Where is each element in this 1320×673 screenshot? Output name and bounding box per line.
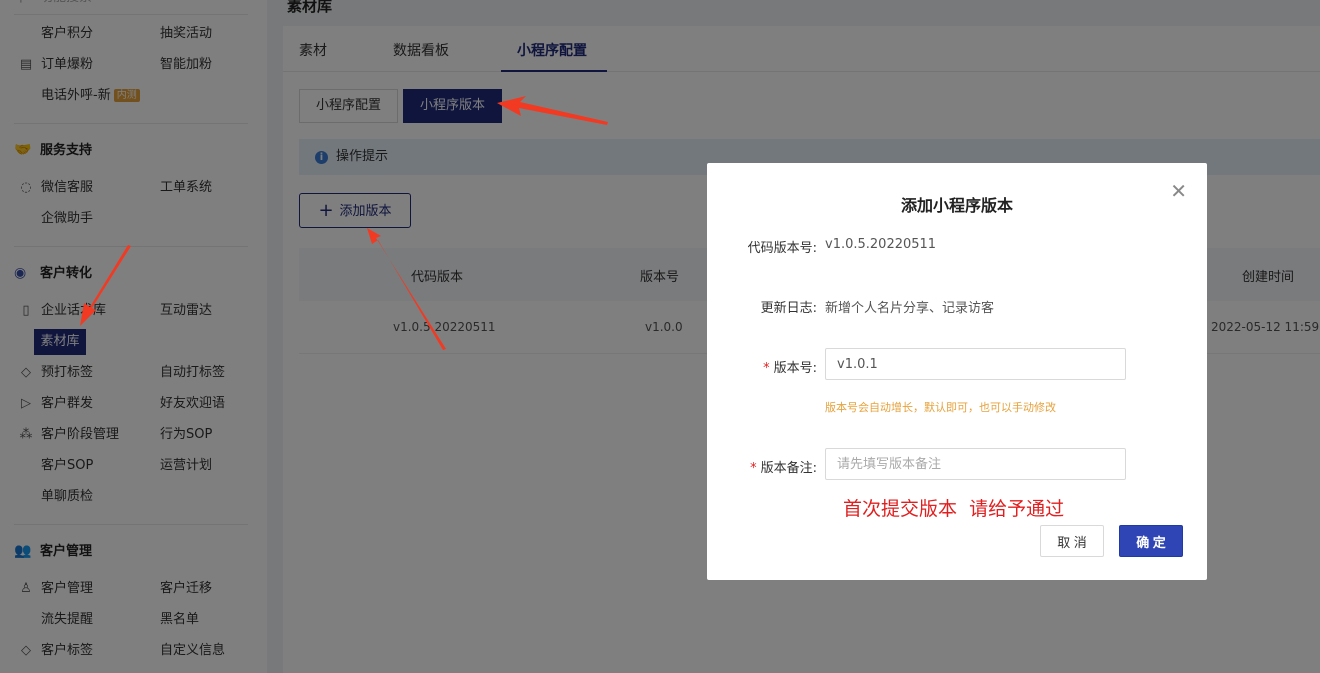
close-icon[interactable]: ✕ <box>1170 179 1187 203</box>
sidebar: ⚲ 功能搜索 客户积分 抽奖活动 ▤ 订单爆粉 智能加粉 电话外呼-新内测 🤝服… <box>0 0 267 673</box>
version-input[interactable] <box>825 348 1126 380</box>
code-version-value: v1.0.5.20220511 <box>825 237 937 252</box>
version-hint: 版本号会自动增长，默认即可，也可以手动修改 <box>825 401 1056 414</box>
version-label: * 版本号: <box>707 357 817 376</box>
required-mark: * <box>763 361 770 376</box>
version-label-text: 版本号: <box>773 361 817 376</box>
add-version-dialog: 添加小程序版本 ✕ 代码版本号: v1.0.5.20220511 更新日志: 新… <box>707 163 1207 580</box>
remark-label-text: 版本备注: <box>760 461 817 476</box>
modal-overlay[interactable] <box>0 0 267 673</box>
changelog-label: 更新日志: <box>760 301 817 316</box>
remark-label: * 版本备注: <box>707 457 817 476</box>
cancel-button[interactable]: 取 消 <box>1040 525 1104 557</box>
annotation-text: 首次提交版本 请给予通过 <box>843 498 1065 520</box>
required-mark: * <box>750 461 757 476</box>
changelog-value: 新增个人名片分享、记录访客 <box>825 301 995 316</box>
code-version-label: 代码版本号: <box>747 241 817 256</box>
dialog-title: 添加小程序版本 <box>900 196 1013 215</box>
confirm-button[interactable]: 确 定 <box>1119 525 1183 557</box>
remark-input[interactable] <box>825 448 1126 480</box>
